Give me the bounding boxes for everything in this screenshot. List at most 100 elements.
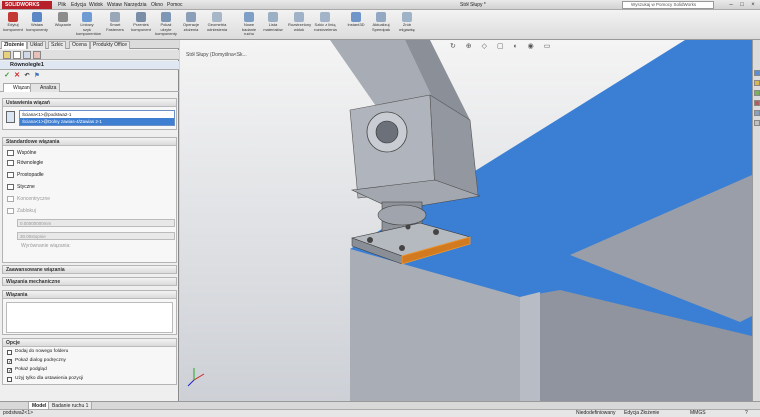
mates-list-box[interactable] <box>6 302 173 333</box>
ribbon-button-label: Nowe badanie ruchu <box>241 22 257 36</box>
cancel-icon[interactable]: ✕ <box>13 72 21 80</box>
menu-view[interactable]: Widok <box>89 2 103 8</box>
checkbox[interactable] <box>7 349 12 355</box>
mate-selections-group: Ustawienia wiązań Ściana<1>@podstwa2-1 Ś… <box>2 98 177 130</box>
ok-icon[interactable]: ✓ <box>3 72 11 80</box>
mate-label: Prostopadłe <box>17 172 44 178</box>
tab-evaluate[interactable]: Ocena <box>69 41 90 49</box>
ribbon-button[interactable]: Rozstrzelony widok <box>288 11 312 39</box>
mate-selection-icon <box>6 111 15 123</box>
help-search-input[interactable]: Wyszukaj w Pomocy SolidWorks <box>622 1 714 9</box>
ribbon-button[interactable]: Liniowy szyk komponentów <box>76 11 101 39</box>
maximize-button[interactable]: □ <box>737 1 747 9</box>
undo-icon[interactable]: ↶ <box>23 72 31 80</box>
mate-concentric[interactable]: Koncentryczne <box>7 195 50 203</box>
appearances-icon[interactable] <box>754 110 760 116</box>
distance-field[interactable]: 0.00000000mm <box>17 219 175 227</box>
ribbon-button[interactable]: Nowe badanie ruchu <box>238 11 260 39</box>
checkbox[interactable] <box>7 376 12 382</box>
selection-item-selected[interactable]: Ściana<1>@Dolny zawias-4/Zawias 2-1 <box>20 118 174 125</box>
ribbon-button[interactable]: Zrób migawkę <box>396 11 418 39</box>
mate-coincident[interactable]: Wspólne <box>7 149 36 157</box>
pushpin-icon[interactable]: ⚑ <box>33 72 41 80</box>
checkbox-checked[interactable]: ✓ <box>7 367 12 373</box>
ribbon-button[interactable]: Operacje złożenia <box>180 11 202 39</box>
breadcrumb[interactable]: Stół Słupy (Domyślna<Sk... <box>186 52 247 58</box>
selection-item[interactable]: Ściana<1>@podstwa2-1 <box>20 111 174 118</box>
file-explorer-icon[interactable] <box>754 90 760 96</box>
mate-label: Styczne <box>17 184 35 190</box>
bottom-tabs: Model Badanie ruchu 1 <box>0 401 760 410</box>
tab-office-products[interactable]: Produkty Office <box>90 41 131 49</box>
minimize-button[interactable]: – <box>726 1 736 9</box>
mate-selections-header[interactable]: Ustawienia wiązań <box>3 99 176 107</box>
standard-mates-group: Standardowe wiązania Wspólne Równoległe … <box>2 137 177 263</box>
heads-up-toolbar[interactable]: ↻ ⊕ ◇ ▢ ◐ ◉ ▭ <box>450 42 554 52</box>
menu-insert[interactable]: Wstaw <box>107 2 122 8</box>
mate-perpendicular[interactable]: Prostopadłe <box>7 171 44 179</box>
tab-analysis[interactable]: Analiza <box>30 83 61 92</box>
mate-selection-list[interactable]: Ściana<1>@podstwa2-1 Ściana<1>@Dolny zaw… <box>19 110 175 126</box>
advanced-mates-header[interactable]: Zaawansowane wiązania <box>3 266 176 274</box>
mechanical-mates-header[interactable]: Wiązania mechaniczne <box>3 278 176 286</box>
tab-sketch[interactable]: Szkic <box>48 41 66 49</box>
status-units[interactable]: MMGS <box>690 410 706 417</box>
ribbon-button[interactable]: Aktualizuj Speedpak <box>370 11 392 39</box>
dim-xpert-icon[interactable] <box>33 51 41 59</box>
ribbon-button[interactable]: Geometria odniesienia <box>206 11 228 39</box>
close-button[interactable]: × <box>748 1 758 9</box>
ribbon-button-label: Rozstrzelony widok <box>288 22 312 32</box>
ribbon-button[interactable]: Pokaż ukryte komponenty <box>155 11 177 39</box>
block-edge <box>520 292 540 401</box>
tab-layout[interactable]: Układ <box>27 41 46 49</box>
mate-label: Wspólne <box>17 150 37 156</box>
mate-parallel[interactable]: Równoległe <box>7 159 43 167</box>
ribbon-button-label: Operacje złożenia <box>182 22 200 32</box>
standard-mates-header[interactable]: Standardowe wiązania <box>3 138 176 146</box>
configuration-manager-icon[interactable] <box>23 51 31 59</box>
ribbon-button[interactable]: Przenieś komponent <box>130 11 152 39</box>
graphics-area[interactable]: Stół Słupy (Domyślna<Sk... ↻ ⊕ ◇ ▢ ◐ ◉ ▭ <box>180 40 752 401</box>
option-show-popup[interactable]: ✓ Pokaż dialog podręczny <box>7 357 66 365</box>
options-header[interactable]: Opcje <box>3 339 176 347</box>
property-manager-icon[interactable] <box>13 51 21 59</box>
tab-assembly[interactable]: Złożenie <box>1 41 28 49</box>
mate-lock[interactable]: Zablokuj <box>7 207 36 215</box>
menu-edit[interactable]: Edycja <box>71 2 86 8</box>
ribbon-button[interactable]: Instant3D <box>345 11 367 39</box>
sw-resources-icon[interactable] <box>754 70 760 76</box>
checkbox-checked[interactable]: ✓ <box>7 358 12 364</box>
property-manager-actions: ✓ ✕ ↶ ⚑ <box>0 71 179 81</box>
menu-help[interactable]: Pomoc <box>167 2 183 8</box>
custom-properties-icon[interactable] <box>754 120 760 126</box>
solidworks-logo[interactable]: SOLIDWORKS <box>2 1 52 9</box>
ribbon-button-label: Lista materiałów <box>263 22 283 32</box>
feature-tree-icon[interactable] <box>3 51 11 59</box>
view-palette-icon[interactable] <box>754 100 760 106</box>
menu-window[interactable]: Okno <box>151 2 163 8</box>
mate-tangent[interactable]: Styczne <box>7 183 35 191</box>
option-show-preview[interactable]: ✓ Pokaż podgląd <box>7 366 47 374</box>
ribbon-button[interactable]: Edytuj komponent <box>2 11 24 39</box>
design-library-icon[interactable] <box>754 80 760 86</box>
parallel-icon <box>7 160 14 166</box>
mate-alignment[interactable]: Wyrównanie wiązania: <box>7 242 71 250</box>
menu-file[interactable]: Plik <box>58 2 66 8</box>
ribbon-button[interactable]: Szkic z linią rozstrzelenia <box>314 11 337 39</box>
ribbon-button[interactable]: Lista materiałów <box>262 11 284 39</box>
ribbon-button[interactable]: Wstaw komponenty <box>26 11 48 39</box>
option-label: Pokaż podgląd <box>15 367 47 372</box>
angle-field[interactable]: 30.00stopnie <box>17 232 175 240</box>
mates-list-header[interactable]: Wiązania <box>3 291 176 299</box>
help-icon[interactable]: ? <box>745 410 748 417</box>
edit-component-icon <box>8 12 18 22</box>
ribbon-button[interactable]: Wiązanie <box>52 11 74 39</box>
task-pane <box>752 40 760 401</box>
left-panel: Złożenie Układ Szkic Ocena Produkty Offi… <box>0 40 179 401</box>
status-selection: podstwa2<1> <box>3 410 34 416</box>
option-positioning-only[interactable]: Użyj tylko dla ustawienia pozycji <box>7 375 83 383</box>
model-canvas[interactable] <box>180 40 752 401</box>
menu-tools[interactable]: Narzędzia <box>124 2 147 8</box>
option-add-to-folder[interactable]: Dodaj do nowego folderu <box>7 348 68 356</box>
ribbon-button[interactable]: Smart Fasteners <box>104 11 126 39</box>
